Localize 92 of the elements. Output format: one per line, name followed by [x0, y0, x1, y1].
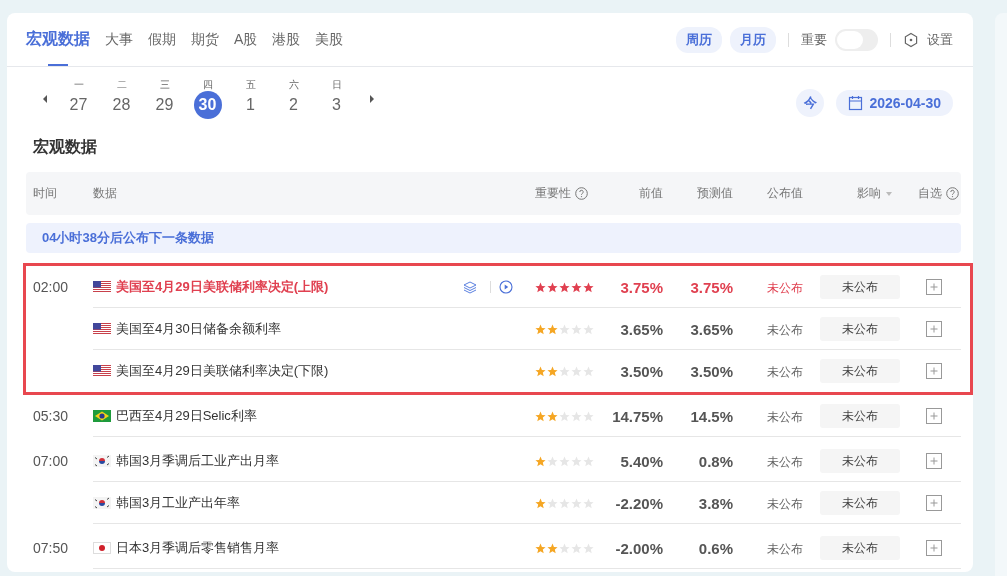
forecast-value: 0.6% [697, 539, 733, 557]
time-text: 02:00 [33, 279, 69, 295]
column-header: 影响 [857, 185, 881, 202]
previous-value: 14.75% [611, 407, 663, 425]
impact-tag: 未公布 [820, 491, 900, 515]
day-button[interactable]: 五 1 [229, 79, 272, 119]
previous-value: 3.75% [619, 278, 663, 296]
caret-icon[interactable] [885, 190, 893, 197]
previous-value: 5.40% [619, 452, 663, 470]
category-tab[interactable]: 期货 [191, 13, 219, 66]
indicator-name[interactable]: 巴西至4月29日Selic利率 [116, 407, 257, 425]
toggle-label: 重要 [801, 30, 827, 49]
day-button[interactable]: 四 30 [186, 79, 229, 119]
settings-icon [903, 31, 919, 48]
actual-value: 未公布 [767, 541, 803, 556]
forecast-value: 3.8% [697, 494, 733, 512]
flag-icon [93, 323, 111, 335]
column-header: 重要性 [535, 185, 571, 202]
indicator-name[interactable]: 韩国3月工业产出年率 [116, 494, 241, 512]
actual-value: 未公布 [767, 454, 803, 469]
impact-tag: 未公布 [820, 404, 900, 428]
flag-icon [93, 497, 111, 509]
impact-tag: 未公布 [820, 359, 900, 383]
previous-value: -2.00% [614, 539, 663, 557]
category-tab[interactable]: 大事 [105, 13, 133, 66]
add-icon[interactable] [926, 408, 942, 424]
category-tab[interactable]: 假期 [148, 13, 176, 66]
forecast-value: 3.50% [689, 362, 733, 380]
impact-tag: 未公布 [820, 536, 900, 560]
previous-value: -2.20% [614, 494, 663, 512]
actual-value: 未公布 [767, 322, 803, 337]
help-icon[interactable] [945, 187, 959, 200]
column-header: 自选 [917, 185, 942, 202]
indicator-name[interactable]: 韩国3月季调后工业产出月率 [116, 452, 280, 470]
today-button[interactable]: 今 [796, 89, 825, 117]
day-button[interactable]: 三 29 [143, 79, 186, 119]
countdown-text: 04小时38分后公布下一条数据 [42, 229, 214, 247]
view-button[interactable]: 周历 [676, 26, 722, 53]
date-picker-button[interactable]: 2026-04-30 [836, 90, 953, 116]
flag-icon [93, 455, 111, 467]
impact-tag: 未公布 [820, 275, 900, 299]
forecast-value: 3.65% [689, 320, 733, 338]
column-header: 预测值 [697, 185, 733, 202]
actual-value: 未公布 [767, 364, 803, 379]
time-text: 07:50 [33, 540, 69, 556]
previous-value: 3.65% [619, 320, 663, 338]
flag-icon [93, 410, 111, 422]
indicator-name[interactable]: 日本3月季调后零售销售月率 [116, 539, 280, 557]
time-text: 07:00 [33, 453, 69, 469]
impact-tag: 未公布 [820, 449, 900, 473]
indicator-name[interactable]: 美国至4月29日美联储利率决定(下限) [116, 362, 329, 380]
layers-icon[interactable] [463, 280, 477, 294]
category-tab[interactable]: 宏观数据 [26, 13, 90, 66]
add-icon[interactable] [926, 363, 942, 379]
next-week-icon[interactable] [368, 94, 376, 104]
forecast-value: 14.5% [689, 407, 733, 425]
actual-value: 未公布 [767, 409, 803, 424]
add-icon[interactable] [926, 279, 942, 295]
previous-week-icon[interactable] [41, 94, 49, 104]
help-icon[interactable] [575, 187, 588, 200]
actual-value: 未公布 [767, 496, 803, 511]
section-title: 宏观数据 [33, 137, 98, 157]
add-icon[interactable] [926, 453, 942, 469]
flag-icon [93, 365, 111, 377]
category-tab[interactable]: 美股 [315, 13, 344, 66]
column-header: 数据 [93, 185, 117, 202]
category-tab[interactable]: A股 [234, 13, 258, 66]
indicator-name[interactable]: 美国至4月30日储备余额利率 [116, 320, 281, 338]
view-button[interactable]: 月历 [730, 26, 776, 53]
flag-icon [93, 542, 111, 554]
actual-value: 未公布 [767, 280, 803, 295]
forecast-value: 0.8% [697, 452, 733, 470]
impact-tag: 未公布 [820, 317, 900, 341]
previous-value: 3.50% [619, 362, 663, 380]
column-header: 时间 [33, 185, 57, 202]
add-icon[interactable] [926, 540, 942, 556]
day-button[interactable]: 一 27 [57, 79, 100, 119]
column-header: 公布值 [767, 185, 803, 202]
calendar-icon [848, 95, 864, 111]
day-button[interactable]: 二 28 [100, 79, 143, 119]
day-button[interactable]: 日 3 [315, 79, 358, 119]
indicator-name[interactable]: 美国至4月29日美联储利率决定(上限) [116, 278, 329, 296]
day-button[interactable]: 六 2 [272, 79, 315, 119]
time-text: 05:30 [33, 408, 69, 424]
add-icon[interactable] [926, 321, 942, 337]
add-icon[interactable] [926, 495, 942, 511]
forecast-value: 3.75% [689, 278, 733, 296]
category-tab[interactable]: 港股 [272, 13, 301, 66]
settings-button[interactable]: 设置 [903, 30, 953, 49]
column-header: 前值 [639, 185, 663, 202]
play-icon[interactable] [499, 280, 513, 294]
flag-icon [93, 281, 111, 293]
